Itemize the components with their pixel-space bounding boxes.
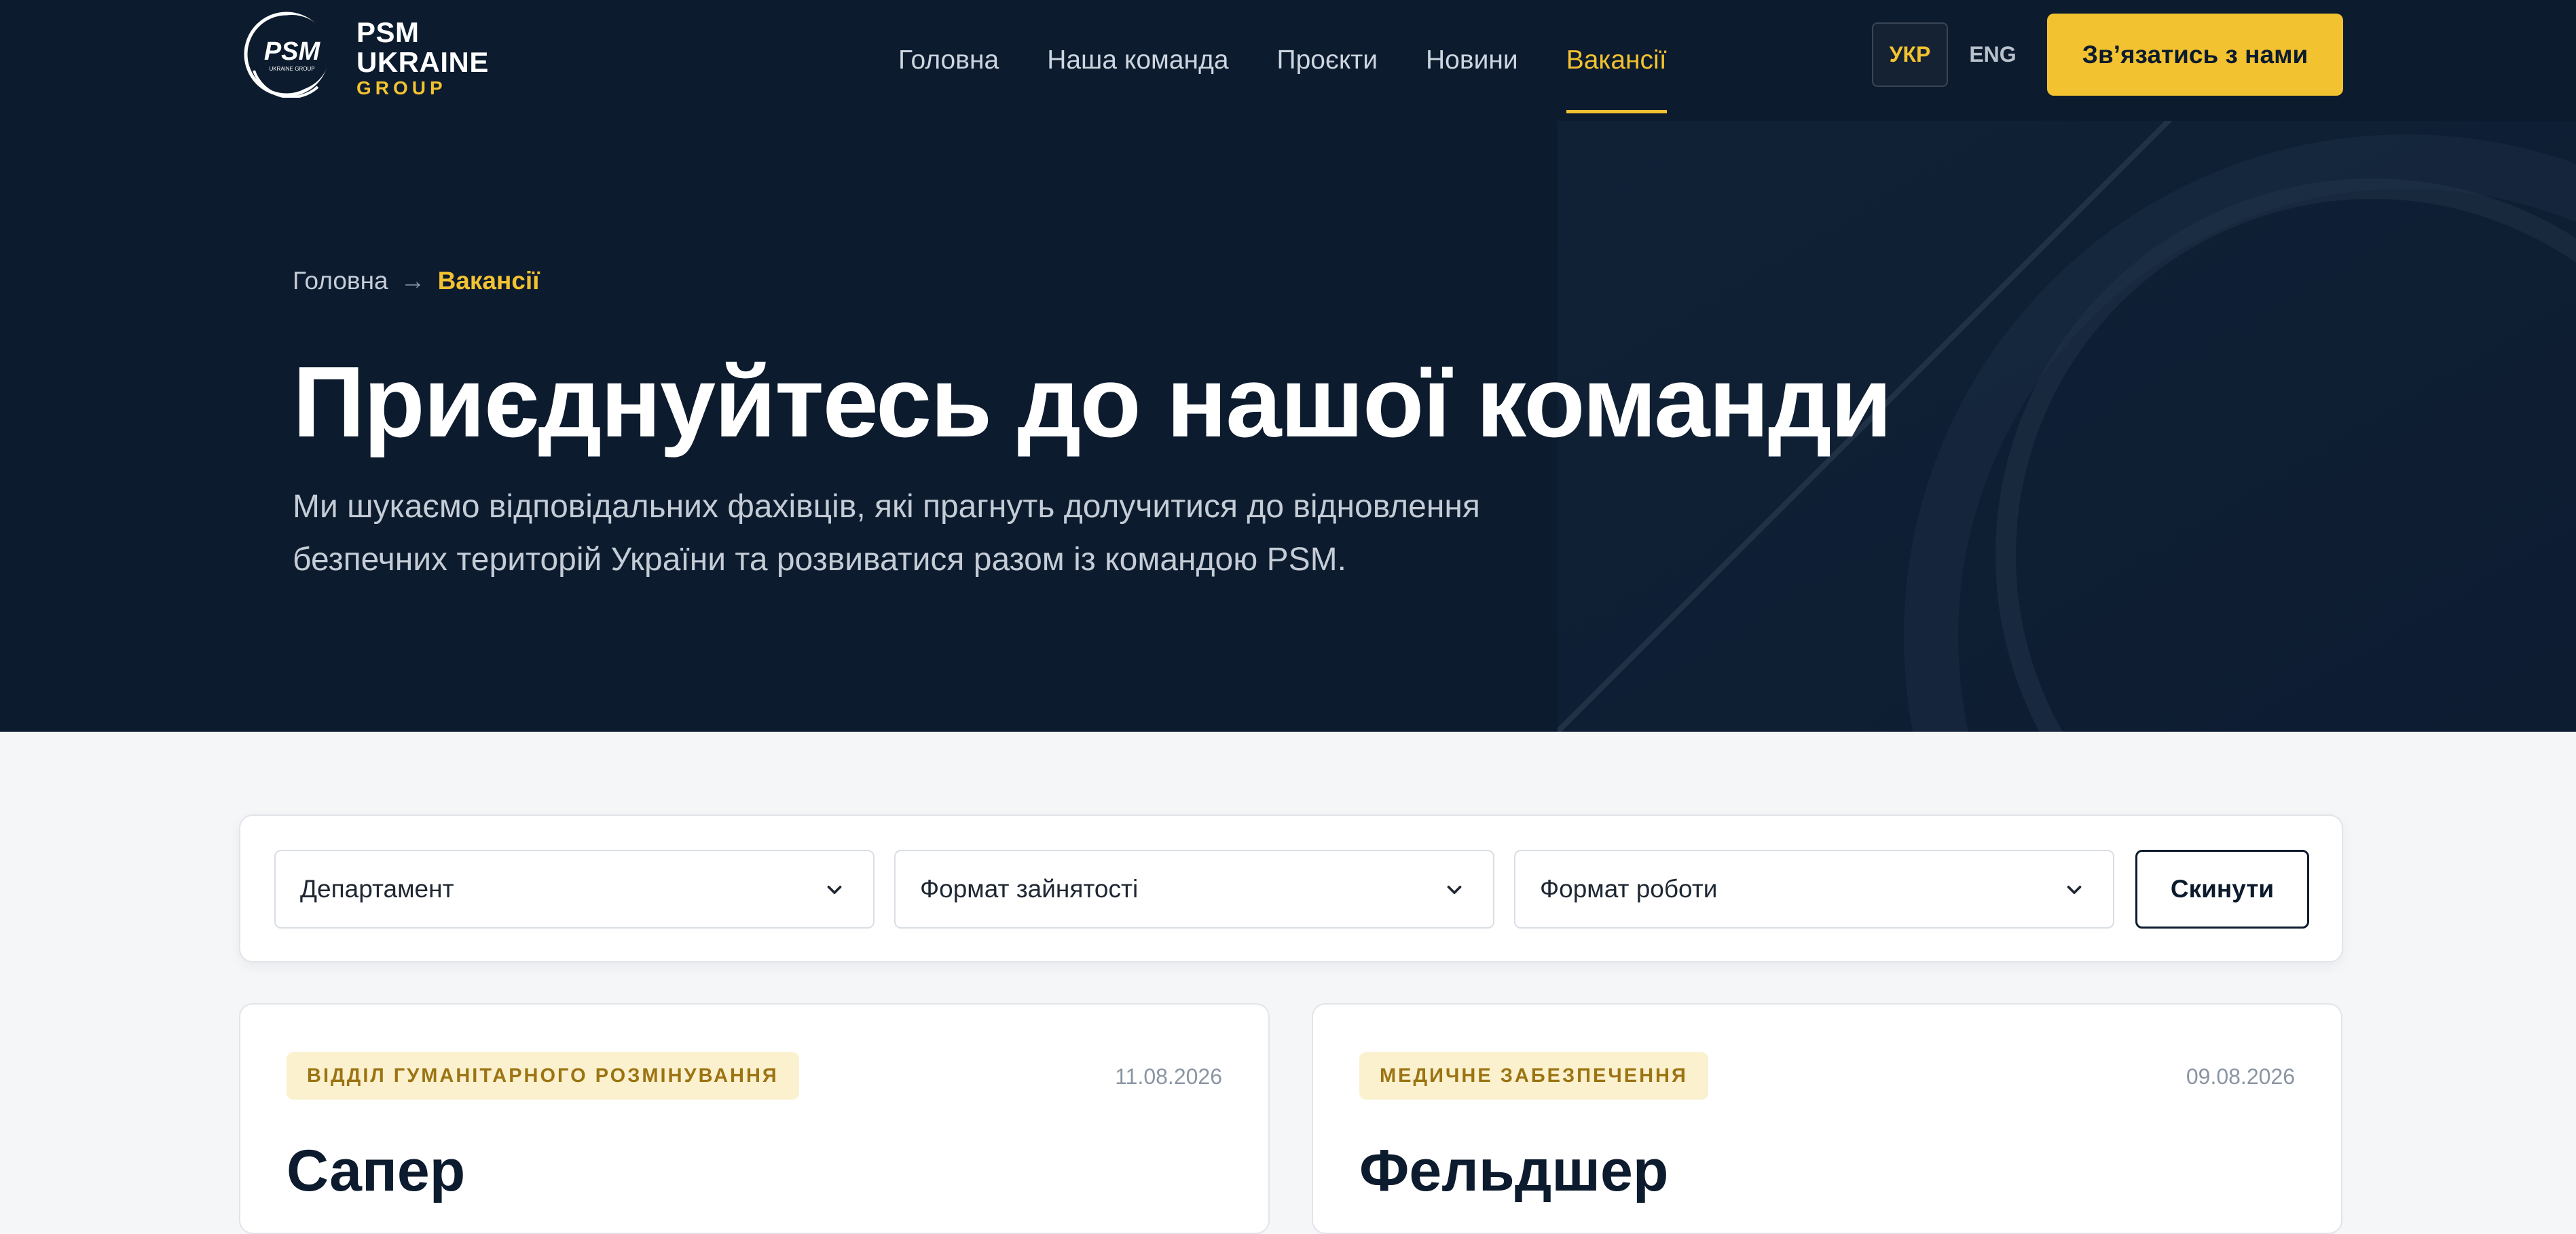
contact-us-button[interactable]: Зв’язатись з нами [2047,14,2343,96]
employment-format-select[interactable]: Формат зайнятості [894,850,1494,929]
nav-projects[interactable]: Проєкти [1277,6,1378,115]
lang-switch-eng[interactable]: ENG [1962,22,2023,87]
employment-format-select-value: Формат зайнятості [920,875,1139,903]
nav-vacancies[interactable]: Вакансії [1566,6,1667,115]
logo-line-psm: PSM [356,16,420,48]
chevron-down-icon [1447,885,1462,895]
hero-section: Головна → Вакансії Приєднуйтесь до нашої… [0,121,2576,732]
work-format-select[interactable]: Формат роботи [1514,850,2114,929]
vacancy-filters: Департамент Формат зайнятості Формат роб… [239,815,2343,962]
nav-team[interactable]: Наша команда [1047,6,1228,115]
job-card[interactable]: МЕДИЧНЕ ЗАБЕЗПЕЧЕННЯ 09.08.2026 Фельдшер [1312,1003,2342,1234]
psm-logo-emblem: PSM UKRAINE GROUP [244,12,330,98]
breadcrumb: Головна → Вакансії [293,267,540,295]
logo-wordmark: PSM UKRAINE GROUP [356,18,489,99]
page-title: Приєднуйтесь до нашої команди [293,346,1892,458]
work-format-select-value: Формат роботи [1540,875,1718,903]
breadcrumb-current: Вакансії [437,267,540,295]
department-select[interactable]: Департамент [274,850,875,929]
site-header: PSM UKRAINE GROUP PSM UKRAINE GROUP Голо… [0,0,2576,121]
breadcrumb-arrow-icon: → [400,267,426,295]
logo-line-group: GROUP [356,77,447,98]
main-nav: Головна Наша команда Проєкти Новини Вака… [898,0,1715,121]
psm-logo[interactable]: PSM UKRAINE GROUP PSM UKRAINE GROUP [238,8,488,98]
breadcrumb-home[interactable]: Головна [293,267,388,295]
logo-mark-subtext: UKRAINE GROUP [269,66,314,72]
job-title[interactable]: Фельдшер [1359,1137,1668,1205]
nav-home[interactable]: Головна [898,6,999,115]
logo-line-ukraine: UKRAINE [356,46,489,78]
lang-switch-ukr[interactable]: УКР [1872,22,1948,87]
department-tag: ВІДДІЛ ГУМАНІТАРНОГО РОЗМІНУВАННЯ [287,1052,799,1100]
department-select-value: Департамент [300,875,454,903]
reset-filters-button[interactable]: Скинути [2135,850,2309,929]
logo-mark-text: PSM [264,37,321,66]
nav-news[interactable]: Новини [1426,6,1518,115]
job-date: 09.08.2026 [2186,1064,2295,1089]
department-tag: МЕДИЧНЕ ЗАБЕЗПЕЧЕННЯ [1359,1052,1708,1100]
chevron-down-icon [827,885,842,895]
job-title[interactable]: Сапер [287,1137,465,1205]
page-subtitle: Ми шукаємо відповідальних фахівців, які … [293,489,1480,578]
job-card[interactable]: ВІДДІЛ ГУМАНІТАРНОГО РОЗМІНУВАННЯ 11.08.… [239,1003,1270,1234]
chevron-down-icon [2067,885,2082,895]
job-date: 11.08.2026 [1115,1064,1222,1089]
